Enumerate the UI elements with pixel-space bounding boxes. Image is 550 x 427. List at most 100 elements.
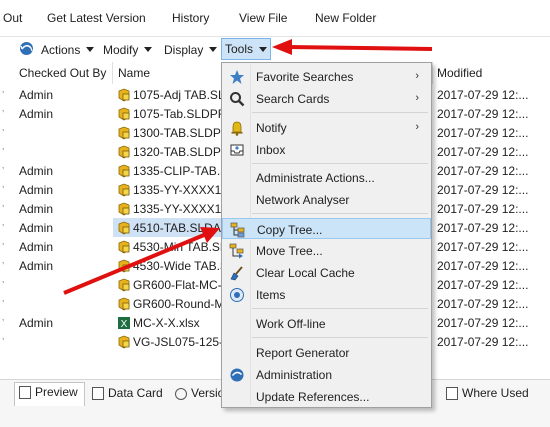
row-modified-date: 2017-07-29 12:... [437,316,529,330]
row-checked-out-by: Admin [19,259,54,273]
column-header-modified[interactable]: Modified [437,66,482,80]
modify-menu[interactable]: Modify [103,43,153,57]
row-file-name-text: 4530-Min TAB.SL [133,240,223,254]
menu-item-items[interactable]: Items [222,284,431,305]
row-modified-date: 2017-07-29 12:... [437,240,529,254]
row-file-name[interactable]: VG-JSL075-125-1 [117,335,223,349]
tab-preview-label: Preview [35,385,78,399]
preview-icon [19,386,31,399]
tab-version[interactable]: Versio [175,386,224,406]
solidworks-file-icon [117,297,131,311]
row-pin-icon: ’ [2,280,5,291]
row-modified-date: 2017-07-29 12:... [437,221,529,235]
row-file-name[interactable]: 4530-Min TAB.SL [117,240,223,254]
menu-item-notify[interactable]: Notify › [222,117,431,138]
row-file-name-text: 4510-TAB.SLDAS [133,221,223,235]
menu-separator [252,213,428,214]
row-file-name-text: VG-JSL075-125-1 [133,335,223,349]
row-modified-date: 2017-07-29 12:... [437,126,529,140]
row-checked-out-by: Admin [19,202,54,216]
tools-menu[interactable]: Tools [221,38,271,60]
top-toolbar: Out Get Latest Version History View File… [0,0,550,37]
row-pin-icon: ’ [2,299,5,310]
menu-item-clear-local-cache[interactable]: Clear Local Cache [222,262,431,283]
tools-dropdown-menu: Favorite Searches › Search Cards › Notify › In… [221,62,432,408]
row-pin-icon: ’ [2,318,5,329]
row-file-name[interactable]: GR600-Round-M [117,297,223,311]
menu-separator [252,308,428,309]
menu-item-network-analyser[interactable]: Network Analyser [222,189,431,210]
row-checked-out-by: Admin [19,183,54,197]
row-file-name[interactable]: 4530-Wide TAB.S [117,259,223,273]
row-checked-out-by: Admin [19,221,54,235]
solidworks-file-icon [117,145,131,159]
menu-item-copy-tree[interactable]: Copy Tree... [222,218,431,239]
row-file-name[interactable]: 1335-CLIP-TAB.S [117,164,223,178]
tab-preview[interactable]: Preview [14,382,85,406]
row-checked-out-by: Admin [19,88,54,102]
menu-item-update-references[interactable]: Update References... [222,386,431,407]
row-checked-out-by: Admin [19,240,54,254]
row-file-name[interactable]: 1075-Tab.SLDPRT [117,107,223,121]
actions-menu[interactable]: Actions [41,43,95,57]
row-file-name[interactable]: X MC-X-X.xlsx [117,316,223,330]
vault-icon[interactable] [19,41,34,59]
new-folder-button[interactable]: New Folder [315,11,376,25]
row-file-name[interactable]: 1335-YY-XXXX1.s [117,202,223,216]
row-modified-date: 2017-07-29 12:... [437,145,529,159]
tab-where-used[interactable]: Where Used [446,386,529,406]
view-file-button[interactable]: View File [239,11,287,25]
menu-item-label: Inbox [256,143,286,157]
row-file-name-text: 1335-CLIP-TAB.S [133,164,223,178]
column-header-name[interactable]: Name [118,66,150,80]
row-file-name[interactable]: 1075-Adj TAB.SLI [117,88,223,102]
tab-data-card-label: Data Card [108,386,163,400]
menu-item-label: Administration [256,368,333,382]
row-file-name-text: 1075-Tab.SLDPRT [133,107,223,121]
history-button[interactable]: History [172,11,209,25]
where-used-icon [446,387,458,400]
menu-item-label: Administrate Actions... [256,171,375,185]
row-pin-icon: ’ [2,166,5,177]
menu-item-search-cards[interactable]: Search Cards › [222,88,431,109]
menu-item-work-off-line[interactable]: Work Off-line [222,313,431,334]
broom-icon [229,265,245,281]
menu-item-inbox[interactable]: Inbox [222,139,431,160]
menu-item-favorite-searches[interactable]: Favorite Searches › [222,66,431,87]
tools-menu-label: Tools [225,42,254,56]
row-pin-icon: ’ [2,261,5,272]
row-checked-out-by: Admin [19,164,54,178]
row-file-name[interactable]: 4510-TAB.SLDAS [117,221,223,235]
solidworks-file-icon [117,202,131,216]
row-file-name[interactable]: 1320-TAB.SLDPR [117,145,223,159]
row-file-name[interactable]: GR600-Flat-MC- [117,278,223,292]
tab-data-card[interactable]: Data Card [92,386,163,406]
row-file-name-text: 1075-Adj TAB.SLI [133,88,223,102]
menu-item-administration[interactable]: Administration [222,364,431,385]
move-tree-icon [229,243,245,259]
row-modified-date: 2017-07-29 12:... [437,88,529,102]
row-modified-date: 2017-07-29 12:... [437,164,529,178]
get-latest-version-button[interactable]: Get Latest Version [47,11,146,25]
row-file-name-text: 4530-Wide TAB.S [133,259,223,273]
magnifier-icon [229,91,245,107]
menu-item-label: Move Tree... [256,244,323,258]
row-file-name[interactable]: 1300-TAB.SLDPR [117,126,223,140]
menu-item-move-tree[interactable]: Move Tree... [222,240,431,261]
column-header-checked-out-by[interactable]: Checked Out By [19,66,106,80]
display-menu[interactable]: Display [164,43,218,57]
menu-separator [252,337,428,338]
row-pin-icon: ’ [2,337,5,348]
row-file-name-text: 1335-YY-XXXX1.s [133,202,223,216]
menu-item-administrate-actions[interactable]: Administrate Actions... [222,167,431,188]
bell-icon [229,120,245,136]
solidworks-file-icon [117,164,131,178]
row-pin-icon: ’ [2,204,5,215]
menu-item-report-generator[interactable]: Report Generator [222,342,431,363]
row-file-name[interactable]: 1335-YY-XXXX1.s [117,183,223,197]
check-out-button[interactable]: Out [3,11,22,25]
row-pin-icon: ’ [2,185,5,196]
row-file-name-text: GR600-Round-M [133,297,223,311]
row-pin-icon: ’ [2,109,5,120]
inbox-icon [229,142,245,158]
